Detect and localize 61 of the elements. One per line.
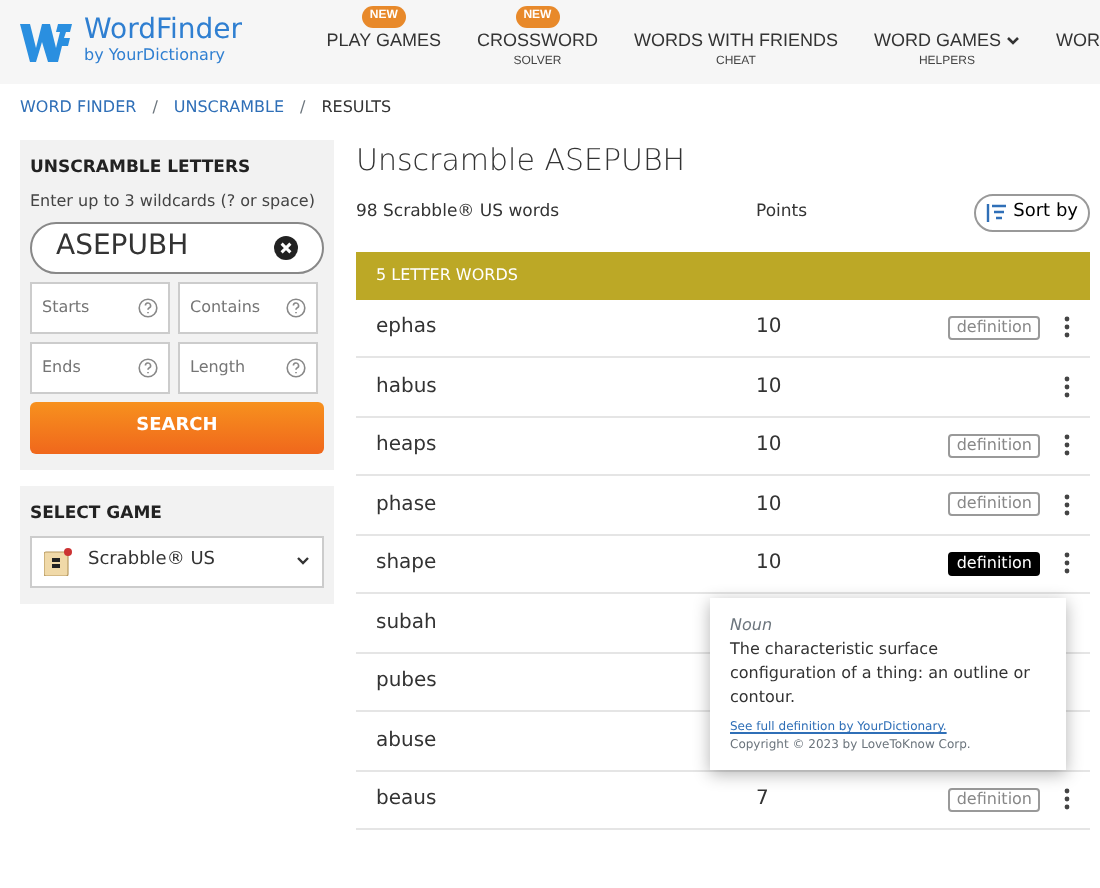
- points-value: 10: [756, 434, 782, 457]
- filter-field[interactable]: Contains: [178, 281, 318, 334]
- tile-icon: [44, 547, 72, 575]
- sort-button[interactable]: Sort by: [973, 193, 1090, 233]
- word-link[interactable]: phase: [376, 489, 756, 520]
- breadcrumb-link[interactable]: WORD FINDER: [20, 96, 137, 140]
- game-select[interactable]: Scrabble® US: [30, 535, 324, 587]
- filter-field[interactable]: Starts: [30, 281, 170, 334]
- points-value: 10: [756, 375, 782, 398]
- word-link[interactable]: shape: [376, 548, 756, 579]
- more-icon[interactable]: [1064, 493, 1070, 516]
- points-value: 7: [756, 788, 769, 811]
- definition-button[interactable]: definition: [948, 315, 1040, 340]
- nav-item[interactable]: WOR: [1056, 30, 1100, 50]
- breadcrumb-link[interactable]: UNSCRAMBLE: [173, 96, 285, 140]
- word-link[interactable]: beaus: [376, 784, 756, 815]
- word-link[interactable]: heaps: [376, 430, 756, 461]
- breadcrumb-current: RESULTS: [321, 96, 392, 120]
- help-icon[interactable]: [286, 297, 306, 318]
- definition-button[interactable]: definition: [948, 551, 1040, 576]
- logo-text[interactable]: WordFinder: [84, 16, 243, 44]
- help-icon[interactable]: [286, 357, 306, 378]
- breadcrumb-separator: /: [152, 96, 158, 120]
- more-icon[interactable]: [1064, 316, 1070, 339]
- points-value: 10: [756, 552, 782, 575]
- breadcrumb-separator: /: [300, 96, 306, 120]
- more-icon[interactable]: [1064, 788, 1070, 811]
- more-icon[interactable]: [1064, 552, 1070, 575]
- letters-field[interactable]: ASEPUBH: [30, 221, 324, 274]
- help-icon[interactable]: [138, 297, 158, 318]
- results-title: Unscramble ASEPUBH: [356, 140, 688, 182]
- word-link[interactable]: ephas: [376, 312, 756, 343]
- sort-icon: [985, 204, 1006, 222]
- definition-button[interactable]: definition: [948, 787, 1040, 812]
- chevron-icon: [296, 556, 310, 566]
- points-value: 10: [756, 316, 782, 339]
- points-value: 10: [756, 493, 782, 516]
- clear-icon[interactable]: [274, 235, 298, 260]
- part-of-speech: Noun: [730, 614, 775, 638]
- more-icon[interactable]: [1064, 434, 1070, 457]
- help-icon[interactable]: [138, 357, 158, 378]
- panel-title: SELECT GAME: [30, 501, 164, 527]
- definition-text: The characteristic surface configuration of a thing: an outline or contour.: [730, 638, 1032, 710]
- chevron-icon[interactable]: [1006, 36, 1020, 47]
- points-header: Points: [756, 200, 810, 226]
- nav-item[interactable]: WORDS WITH FRIENDS: [633, 30, 838, 50]
- filter-field[interactable]: Length: [178, 341, 318, 394]
- definition-button[interactable]: definition: [948, 492, 1040, 517]
- group-header: 5 LETTER WORDS: [356, 251, 1090, 299]
- logo-icon: [20, 20, 76, 64]
- word-count: 98 Scrabble® US words: [356, 202, 560, 223]
- filter-field[interactable]: Ends: [30, 341, 170, 394]
- nav-item[interactable]: WORD GAMES: [873, 30, 1020, 50]
- word-link[interactable]: habus: [376, 371, 756, 402]
- nav-item[interactable]: PLAY GAMES: [326, 30, 441, 50]
- more-icon[interactable]: [1064, 375, 1070, 398]
- hint-text: Enter up to 3 wildcards (? or space): [30, 189, 317, 214]
- panel-title: UNSCRAMBLE LETTERS: [30, 156, 253, 182]
- definition-button[interactable]: definition: [948, 433, 1040, 458]
- logo-byline: by YourDictionary: [84, 44, 227, 68]
- nav-item[interactable]: CROSSWORD: [476, 30, 598, 50]
